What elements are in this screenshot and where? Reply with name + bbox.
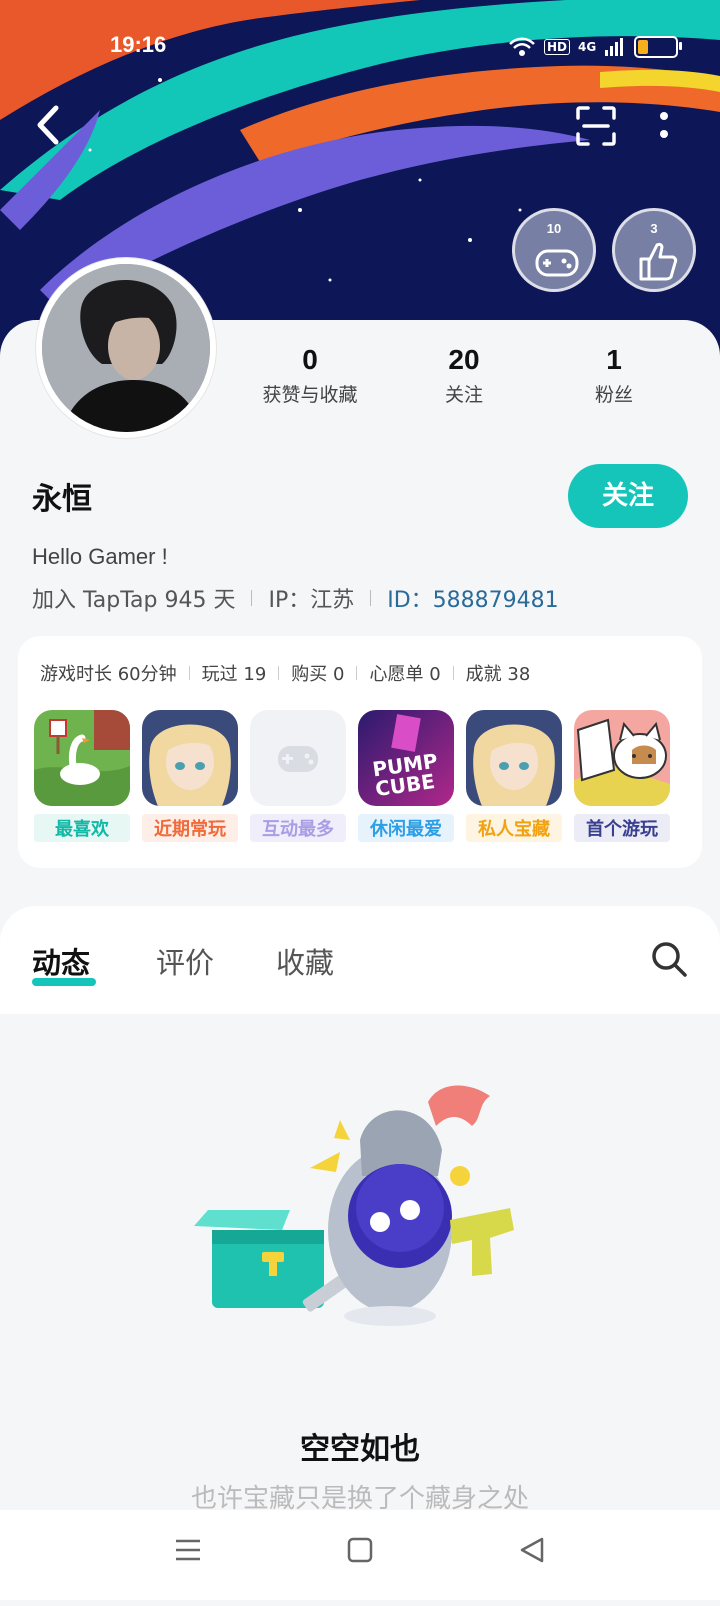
wishlist-count: 心愿单 0	[369, 664, 441, 685]
stat-likes[interactable]: 0 获赞与收藏	[240, 344, 380, 407]
play-time: 游戏时长 60分钟	[40, 664, 177, 685]
game-interactive[interactable]: 互动最多	[250, 710, 346, 842]
divider	[370, 590, 372, 606]
badge-count: 10	[546, 221, 562, 236]
thumbs-up-badge[interactable]: 3	[612, 208, 696, 292]
game-private-treasure[interactable]: 私人宝藏	[466, 710, 562, 842]
achievements-count: 成就 38	[465, 664, 531, 685]
cat-game-icon	[574, 710, 670, 806]
tab-favorites[interactable]: 收藏	[276, 940, 334, 982]
back-arrow-icon	[37, 105, 59, 145]
game-casual[interactable]: PUMP CUBE 休闲最爱	[358, 710, 454, 842]
nav-back-button[interactable]	[518, 1536, 546, 1568]
game-tag: 首个游玩	[574, 814, 670, 842]
scan-icon	[576, 106, 616, 146]
stat-label: 粉丝	[594, 384, 633, 406]
purchased-count: 购买 0	[291, 664, 345, 685]
username: 永恒	[32, 482, 92, 517]
back-button[interactable]	[30, 102, 70, 148]
follow-button[interactable]: 关注	[568, 464, 688, 528]
divider	[188, 666, 190, 680]
avatar[interactable]	[36, 258, 216, 438]
tab-reviews[interactable]: 评价	[156, 940, 214, 982]
wifi-icon	[509, 37, 535, 56]
menu-icon	[176, 1539, 200, 1561]
scan-button[interactable]	[574, 104, 618, 148]
stat-label: 关注	[444, 384, 483, 406]
profile-meta: 加入 TapTap 945 天 IP：江苏 ID：588879481	[32, 582, 559, 614]
stat-value: 1	[606, 344, 622, 375]
more-button[interactable]	[652, 104, 676, 148]
ip-location: IP：江苏	[268, 588, 355, 613]
tab-bar	[0, 906, 720, 1014]
empty-state-illustration	[194, 1085, 514, 1326]
search-icon	[652, 942, 687, 977]
divider	[251, 590, 253, 606]
avatar-photo	[42, 264, 210, 432]
divider	[278, 666, 280, 680]
game-tag: 最喜欢	[34, 814, 130, 842]
stat-following[interactable]: 20 关注	[394, 344, 534, 407]
game-summary-card: 游戏时长 60分钟 玩过 19 购买 0 心愿单 0 成就 38 最喜欢 近期常…	[18, 636, 702, 868]
search-button[interactable]	[650, 940, 688, 978]
goose-game-icon	[34, 710, 130, 806]
stat-value: 20	[448, 344, 480, 375]
divider	[356, 666, 358, 680]
game-tag: 互动最多	[250, 814, 346, 842]
empty-title: 空空如也	[300, 1432, 420, 1467]
status-time: 19:16	[110, 32, 167, 57]
nav-menu-button[interactable]	[174, 1536, 202, 1568]
game-stats-row[interactable]: 游戏时长 60分钟 玩过 19 购买 0 心愿单 0 成就 38	[40, 660, 530, 686]
status-icons: HD 4G	[508, 36, 683, 58]
game-first-played[interactable]: 首个游玩	[574, 710, 670, 842]
signal-icon	[605, 38, 624, 56]
game-tag: 休闲最爱	[358, 814, 454, 842]
anime-game-icon	[466, 710, 562, 806]
bio: Hello Gamer !	[32, 544, 168, 569]
divider	[452, 666, 454, 680]
triangle-back-icon	[520, 1537, 544, 1563]
more-vertical-icon	[660, 112, 668, 138]
game-tag: 私人宝藏	[466, 814, 562, 842]
pump-cube-game-icon: PUMP CUBE	[358, 710, 454, 806]
gamepad-icon	[278, 746, 318, 772]
anime-game-icon	[142, 710, 238, 806]
game-tag: 近期常玩	[142, 814, 238, 842]
network-type: 4G	[578, 40, 597, 54]
stat-label: 获赞与收藏	[262, 384, 358, 406]
badge-count: 3	[650, 221, 658, 236]
join-days: 加入 TapTap 945 天	[32, 588, 236, 613]
hd-icon: HD	[544, 39, 571, 55]
square-icon	[347, 1537, 373, 1563]
battery-icon	[634, 36, 683, 58]
thumbs-up-icon	[639, 242, 678, 281]
game-recent[interactable]: 近期常玩	[142, 710, 238, 842]
controller-badge[interactable]: 10	[512, 208, 596, 292]
game-favorite[interactable]: 最喜欢	[34, 710, 130, 842]
gamepad-icon	[535, 249, 579, 277]
placeholder-game-icon	[250, 710, 346, 806]
nav-home-button[interactable]	[346, 1536, 374, 1568]
played-count: 玩过 19	[201, 664, 267, 685]
active-tab-indicator	[32, 978, 96, 986]
stat-followers[interactable]: 1 粉丝	[544, 344, 684, 407]
user-id[interactable]: ID：588879481	[387, 582, 558, 614]
stat-value: 0	[302, 344, 318, 375]
tab-posts[interactable]: 动态	[32, 940, 90, 982]
